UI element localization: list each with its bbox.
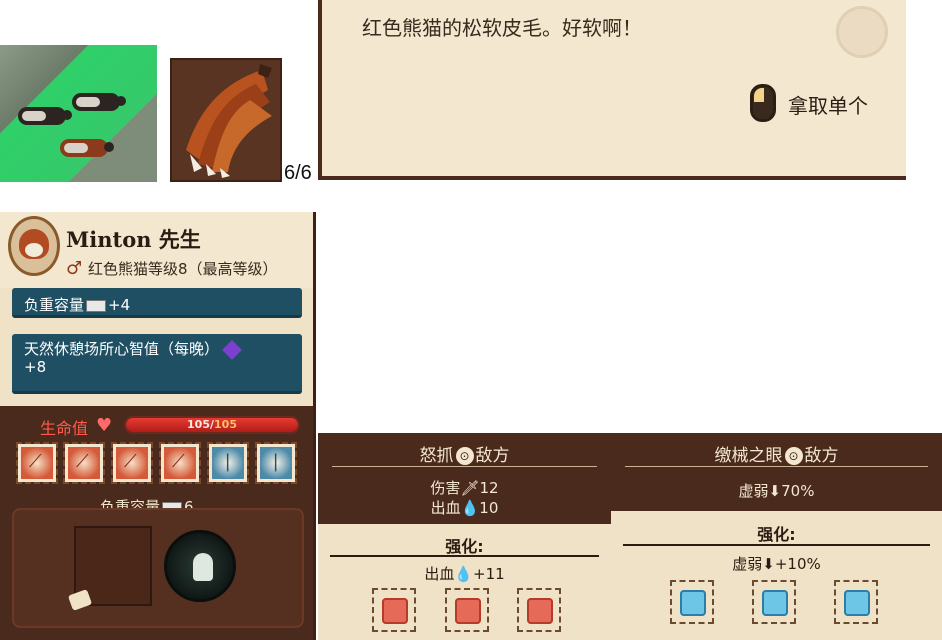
- divider: [623, 544, 930, 546]
- trait-label: 天然休憩场所心智值（每晚）: [24, 340, 220, 358]
- divider: [330, 555, 599, 557]
- trait-value: +8: [24, 358, 47, 376]
- bleed-icon: 💧: [454, 565, 474, 583]
- avatar[interactable]: [8, 216, 60, 276]
- weaken-icon: ⬇: [762, 555, 775, 573]
- claw-icon: ⟋: [76, 451, 89, 472]
- character-name: Minton 先生: [66, 227, 201, 252]
- skill-slot[interactable]: ⟋: [111, 442, 153, 484]
- inventory-area: [12, 508, 304, 628]
- take-single-action[interactable]: 拿取单个: [788, 90, 868, 119]
- claw-icon: ⟋: [124, 451, 137, 472]
- trait-value: +4: [108, 296, 131, 314]
- enhance-label: 强化:: [445, 537, 484, 556]
- enhance-gem-slot[interactable]: [445, 588, 489, 632]
- bleed-icon: 💧: [460, 499, 480, 517]
- claw-icon: ⟋: [29, 451, 42, 472]
- eye-icon: ❘: [220, 451, 236, 472]
- eye-icon: ❘: [268, 451, 284, 472]
- skill-card-header: 怒抓 ⊙ 敌方 伤害🗡12 出血💧10: [318, 433, 611, 524]
- health-label: 生命值: [40, 419, 89, 438]
- health-bar: 105/105: [124, 416, 300, 434]
- emblem-icon: [836, 6, 888, 58]
- skill-title: 缴械之眼 ⊙ 敌方: [714, 446, 839, 466]
- target-icon: ⊙: [455, 447, 474, 465]
- enhance-weaken: 虚弱⬇+10%: [732, 555, 821, 573]
- skill-slot[interactable]: ⟋: [159, 442, 201, 484]
- enhance-gem-slot[interactable]: [517, 588, 561, 632]
- skill-slot[interactable]: ❘: [255, 442, 297, 484]
- health-text: 105/105: [187, 418, 237, 431]
- gem-icon: [222, 339, 242, 360]
- divider: [332, 466, 597, 467]
- trait-rest-sanity: 天然休憩场所心智值（每晚） +8: [12, 334, 302, 394]
- enhance-bleed: 出血💧+11: [424, 565, 505, 583]
- item-tooltip: 红色熊猫的松软皮毛。好软啊！ 拿取单个: [318, 0, 906, 180]
- trait-carry-capacity: 负重容量 +4: [12, 288, 302, 318]
- weaken-icon: ⬇: [768, 482, 782, 500]
- enhance-gem-slot[interactable]: [834, 580, 878, 624]
- target-icon: ⊙: [784, 447, 803, 465]
- red-panda-sprite: [72, 93, 126, 111]
- skill-title: 怒抓 ⊙ 敌方: [419, 446, 510, 466]
- enhance-gem-slot[interactable]: [670, 580, 714, 624]
- skill-card-header: 缴械之眼 ⊙ 敌方 虚弱⬇70%: [611, 433, 942, 511]
- divider: [625, 466, 928, 467]
- fur-icon: [186, 64, 272, 178]
- skill-slot[interactable]: ⟋: [63, 442, 105, 484]
- species-level: 红色熊猫等级8（最高等级）: [88, 260, 278, 278]
- red-panda-scene-thumbnail: [0, 45, 157, 182]
- character-panel: Minton 先生 ♂ 红色熊猫等级8（最高等级） 负重容量 +4 天然休憩场所心…: [0, 212, 316, 640]
- cube-icon: [86, 299, 107, 312]
- stat-weaken: 虚弱⬇70%: [738, 482, 815, 500]
- red-panda-sprite: [18, 107, 72, 125]
- mouse-left-click-icon: [750, 84, 776, 122]
- stat-damage: 伤害🗡12: [430, 479, 499, 497]
- skill-slot[interactable]: ❘: [207, 442, 249, 484]
- pet-action-button[interactable]: [164, 530, 236, 602]
- item-description: 红色熊猫的松软皮毛。好软啊！: [362, 16, 642, 40]
- trait-label: 负重容量: [24, 296, 85, 314]
- enhance-gem-slot[interactable]: [372, 588, 416, 632]
- claw-icon: ⟋: [172, 451, 185, 472]
- enhance-label: 强化:: [757, 525, 796, 544]
- red-panda-fur-item[interactable]: [170, 58, 282, 182]
- inventory-slot[interactable]: [74, 526, 152, 606]
- male-icon: ♂: [66, 258, 83, 279]
- skill-slot[interactable]: ⟋: [16, 442, 58, 484]
- heart-icon: ♥: [96, 415, 113, 436]
- enhance-gem-slot[interactable]: [752, 580, 796, 624]
- red-panda-sprite: [60, 139, 114, 157]
- stack-count: 6/6: [284, 162, 312, 184]
- stat-bleed: 出血💧10: [430, 499, 499, 517]
- character-header: Minton 先生 ♂ 红色熊猫等级8（最高等级）: [0, 212, 313, 288]
- dagger-icon: 🗡: [460, 479, 480, 497]
